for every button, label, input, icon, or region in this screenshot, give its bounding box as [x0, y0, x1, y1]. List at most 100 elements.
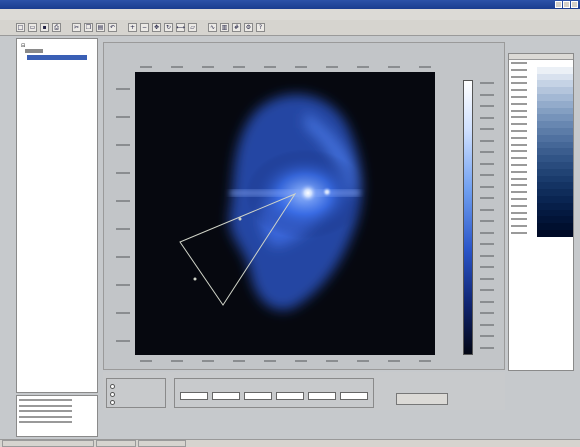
- color-table-swatch: [537, 182, 573, 190]
- color-table-row[interactable]: [509, 155, 573, 162]
- axis-tick-label: [295, 360, 307, 362]
- color-table-row[interactable]: [509, 127, 573, 135]
- color-table-row[interactable]: [509, 229, 573, 237]
- color-table-row[interactable]: [509, 161, 573, 169]
- color-table-row[interactable]: [509, 141, 573, 149]
- color-table-swatch: [537, 141, 573, 149]
- cut-icon[interactable]: ✂: [72, 23, 81, 32]
- color-table-row[interactable]: [509, 93, 573, 101]
- status-segment-2: [96, 440, 136, 447]
- copy-icon[interactable]: ❐: [84, 23, 93, 32]
- color-table-row[interactable]: [509, 189, 573, 196]
- color-table-row[interactable]: [509, 195, 573, 203]
- menu-bar: [0, 9, 580, 20]
- new-icon[interactable]: □: [16, 23, 25, 32]
- color-table-row[interactable]: [509, 216, 573, 224]
- color-table-row[interactable]: [509, 73, 573, 81]
- undo-icon[interactable]: ↶: [108, 23, 117, 32]
- color-table-row[interactable]: [509, 209, 573, 217]
- open-icon[interactable]: ▭: [28, 23, 37, 32]
- color-table-row[interactable]: [509, 114, 573, 122]
- param-field-1[interactable]: [180, 392, 208, 400]
- mode-radio-3[interactable]: [110, 400, 115, 405]
- mode-radio-2[interactable]: [110, 392, 115, 397]
- axis-tick-label: [264, 66, 276, 68]
- param-field-2[interactable]: [212, 392, 240, 400]
- color-table-row[interactable]: [509, 223, 573, 230]
- status-segment-1: [2, 440, 94, 447]
- color-table-row[interactable]: [509, 182, 573, 190]
- param-field-6[interactable]: [340, 392, 368, 400]
- param-field-3[interactable]: [244, 392, 272, 400]
- measure-icon[interactable]: ⟷: [176, 23, 185, 32]
- color-table-row[interactable]: [509, 87, 573, 94]
- axis-tick-label: [116, 284, 130, 286]
- color-table-swatch: [537, 93, 573, 101]
- axis-tick-label: [480, 208, 494, 211]
- print-icon[interactable]: ⎙: [52, 23, 61, 32]
- wedge-handle-icon[interactable]: [193, 277, 197, 281]
- color-table-value: [509, 176, 537, 183]
- save-icon[interactable]: ▪: [40, 23, 49, 32]
- color-table-row[interactable]: [509, 60, 573, 67]
- tree-node-parent[interactable]: [25, 49, 43, 53]
- color-table-value: [509, 169, 537, 176]
- maximize-button[interactable]: [563, 1, 570, 8]
- color-table-value: [509, 182, 537, 189]
- axis-tick-label: [480, 323, 494, 326]
- pan-icon[interactable]: ✥: [152, 23, 161, 32]
- color-table-swatch: [537, 114, 573, 122]
- help-icon[interactable]: ?: [256, 23, 265, 32]
- color-table-row[interactable]: [509, 202, 573, 210]
- rotate-icon[interactable]: ↻: [164, 23, 173, 32]
- zoom-out-icon[interactable]: −: [140, 23, 149, 32]
- mode-radio-1[interactable]: [110, 384, 115, 389]
- wedge-handle-icon[interactable]: [238, 217, 242, 221]
- settings-icon[interactable]: ⚙: [244, 23, 253, 32]
- axis-tick-label: [202, 360, 214, 362]
- axis-tick-label: [116, 200, 130, 202]
- axis-tick-label: [116, 312, 130, 314]
- grid-icon[interactable]: #: [232, 23, 241, 32]
- region-icon[interactable]: ▱: [188, 23, 197, 32]
- log-panel: [16, 395, 98, 437]
- profile-icon[interactable]: ∿: [208, 23, 217, 32]
- intensity-image[interactable]: [135, 72, 435, 355]
- apply-button[interactable]: [396, 393, 448, 405]
- axis-tick-label: [480, 312, 494, 314]
- close-button[interactable]: [571, 1, 578, 8]
- param-field-4[interactable]: [276, 392, 304, 400]
- paste-icon[interactable]: ▤: [96, 23, 105, 32]
- zoom-in-icon[interactable]: +: [128, 23, 137, 32]
- window-controls: [555, 1, 578, 8]
- color-table-row[interactable]: [509, 66, 573, 74]
- status-segment-3: [138, 440, 186, 447]
- color-table-row[interactable]: [509, 168, 573, 176]
- color-table-row[interactable]: [509, 134, 573, 142]
- color-table-value: [509, 94, 537, 101]
- param-field-5[interactable]: [308, 392, 336, 400]
- color-table-value: [509, 108, 537, 115]
- axis-tick-label: [480, 346, 494, 349]
- histogram-icon[interactable]: ▥: [220, 23, 229, 32]
- tree-node-selected[interactable]: [27, 55, 87, 60]
- color-table-swatch: [537, 73, 573, 81]
- beam-core: [298, 183, 318, 203]
- color-table-row[interactable]: [509, 100, 573, 108]
- color-table-row[interactable]: [509, 80, 573, 88]
- color-table-row[interactable]: [509, 121, 573, 128]
- color-table-panel[interactable]: [508, 53, 574, 371]
- color-table-value: [509, 142, 537, 149]
- color-table-row[interactable]: [509, 148, 573, 156]
- minimize-button[interactable]: [555, 1, 562, 8]
- data-tree-panel[interactable]: ⊟: [16, 38, 98, 393]
- color-table-value: [509, 148, 537, 155]
- image-canvas[interactable]: [135, 72, 435, 355]
- color-table-value: [509, 216, 537, 223]
- axis-tick-label: [480, 243, 494, 245]
- color-table-swatch: [537, 229, 573, 237]
- color-table-row[interactable]: [509, 175, 573, 183]
- color-table-value: [509, 210, 537, 217]
- color-table-row[interactable]: [509, 107, 573, 115]
- axis-tick-label: [116, 228, 130, 230]
